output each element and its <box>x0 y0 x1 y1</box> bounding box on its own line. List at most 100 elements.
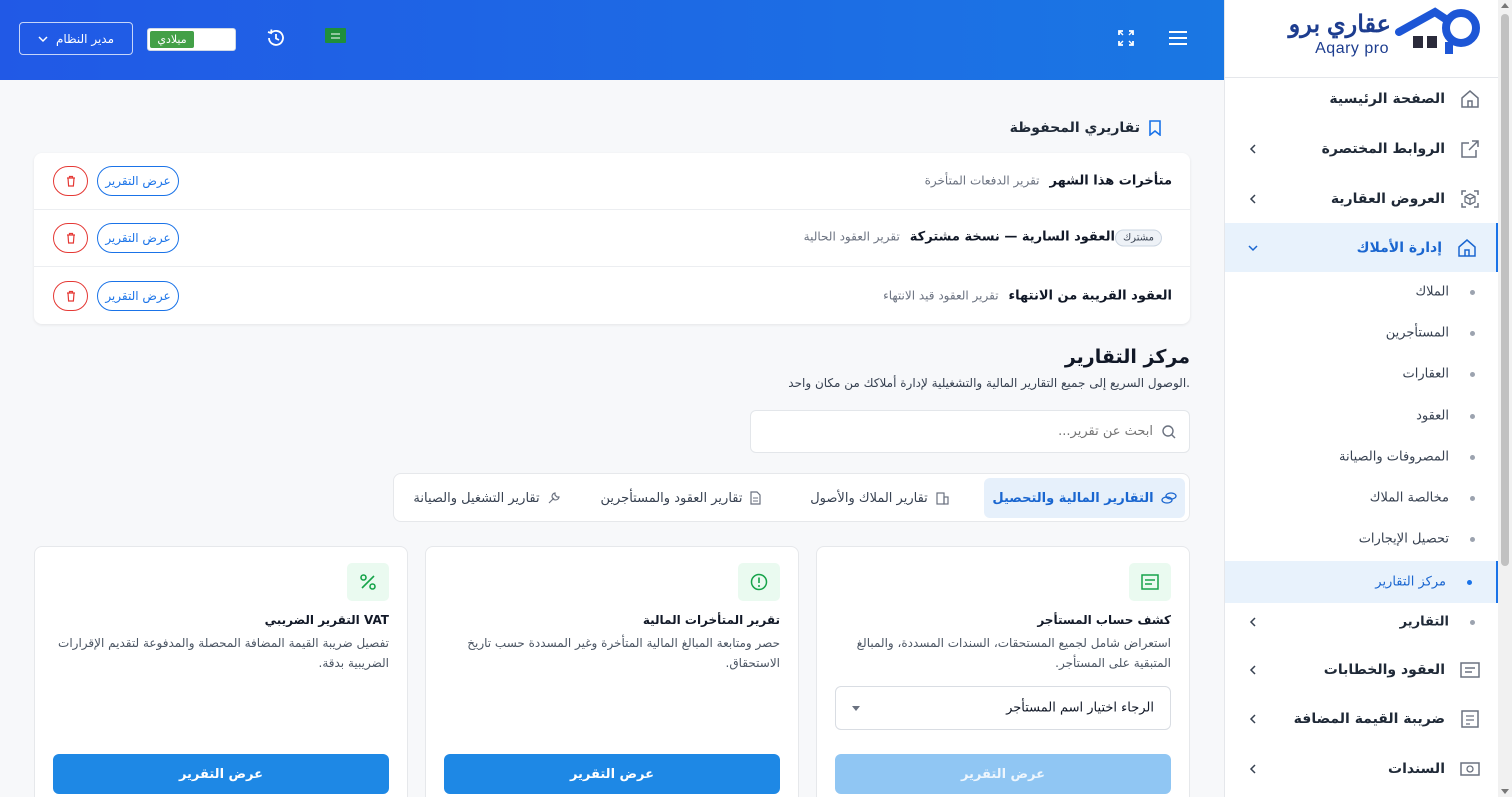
bullet-icon <box>1470 331 1475 336</box>
bullet-icon <box>1470 455 1475 460</box>
tab-operations-maintenance[interactable]: تقارير التشغيل والصيانة <box>397 478 577 518</box>
sub-properties[interactable]: العقارات <box>1225 354 1499 394</box>
calendar-toggle-label: ميلادي <box>150 31 194 48</box>
file-icon <box>750 491 762 505</box>
nav-vat[interactable]: ضريبة القيمة المضافة <box>1225 695 1499 743</box>
document-list-icon <box>1460 662 1480 678</box>
search-icon <box>1162 425 1176 439</box>
report-card-arrears: تقرير المتأخرات المالية حصر ومتابعة المب… <box>425 546 799 797</box>
saved-report-name: متأخرات هذا الشهر تقرير الدفعات المتأخرة <box>925 174 1172 189</box>
view-report-button[interactable]: عرض التقرير <box>97 223 179 253</box>
chevron-left-icon <box>1249 764 1256 774</box>
menu-icon[interactable] <box>1164 24 1192 52</box>
search-input[interactable] <box>773 411 1153 452</box>
bullet-icon <box>1467 580 1472 585</box>
home-icon <box>1461 90 1479 108</box>
nav-vat-label: ضريبة القيمة المضافة <box>1293 711 1445 727</box>
sub-expenses[interactable]: المصروفات والصيانة <box>1225 437 1499 477</box>
sub-tenants[interactable]: المستأجرين <box>1225 313 1499 353</box>
saved-report-title: العقود القريبة من الانتهاء <box>1008 288 1172 303</box>
nav-property-offers[interactable]: العروض العقارية <box>1225 175 1499 223</box>
tenant-select-value: الرجاء اختيار اسم المستأجر <box>1006 700 1154 716</box>
sub-reports-label: التقارير <box>1399 614 1449 630</box>
tab-financial[interactable]: التقارير المالية والتحصيل <box>984 478 1185 518</box>
nav-vouchers[interactable]: السندات <box>1225 745 1499 793</box>
percent-icon <box>347 563 389 601</box>
chevron-down-icon <box>38 35 48 42</box>
sub-reports-center[interactable]: مركز التقارير <box>1225 561 1499 603</box>
sidebar: عقاري برو Aqary pro الصفحة الرئيسية الرو… <box>1224 0 1499 797</box>
history-icon[interactable] <box>262 24 290 52</box>
delete-report-button[interactable] <box>53 223 88 253</box>
delete-report-button[interactable] <box>53 280 88 311</box>
calendar-toggle[interactable]: ميلادي <box>147 28 236 51</box>
saved-report-name: العقود السارية — نسخة مشتركة تقرير العقود… <box>804 229 1172 247</box>
scroll-up-icon[interactable] <box>1501 3 1509 8</box>
sub-rent-collection[interactable]: تحصيل الإيجارات <box>1225 519 1499 559</box>
search-box[interactable] <box>750 410 1190 453</box>
top-header: مدير النظام ميلادي <box>0 0 1224 80</box>
trash-icon <box>66 290 75 302</box>
coins-icon <box>1160 492 1177 504</box>
fullscreen-icon[interactable] <box>1112 24 1140 52</box>
chevron-left-icon <box>1249 144 1256 154</box>
tab-owners-assets-label: تقارير الملاك والأصول <box>810 490 928 506</box>
saved-report-title: متأخرات هذا الشهر <box>1049 173 1172 189</box>
page-title: مركز التقارير <box>1064 346 1190 368</box>
sub-reports[interactable]: التقارير <box>1225 602 1499 642</box>
logo-subtitle: Aqary pro <box>1315 40 1389 57</box>
chevron-down-icon <box>1248 244 1258 251</box>
nav-home-label: الصفحة الرئيسية <box>1329 91 1445 107</box>
saved-report-type: تقرير العقود قيد الانتهاء <box>883 288 999 302</box>
sub-properties-label: العقارات <box>1402 366 1449 382</box>
receipt-icon <box>1129 563 1171 601</box>
saved-report-row: متأخرات هذا الشهرتقرير الدفعات المتأخرة … <box>34 153 1190 210</box>
alert-circle-icon <box>738 563 780 601</box>
logo[interactable]: عقاري برو Aqary pro <box>1225 0 1499 78</box>
saved-report-row: العقود القريبة من الانتهاء تقرير العقود ق… <box>34 267 1190 324</box>
caret-down-icon <box>852 706 860 711</box>
sub-owner-settlement[interactable]: مخالصة الملاك <box>1225 478 1499 518</box>
saved-reports-title: تقاريري المحفوظة <box>1009 120 1140 136</box>
logo-text: عقاري برو <box>1288 11 1391 38</box>
page-scrollbar[interactable] <box>1498 0 1512 797</box>
nav-shortcuts-label: الروابط المختصرة <box>1321 141 1445 157</box>
report-card-title: التقرير الضريبي VAT <box>264 613 389 627</box>
scrollbar-thumb[interactable] <box>1501 14 1509 566</box>
tab-contracts-tenants[interactable]: تقارير العقود والمستأجرين <box>589 478 773 518</box>
sub-owners[interactable]: الملاك <box>1225 272 1499 312</box>
sub-expenses-label: المصروفات والصيانة <box>1339 449 1449 465</box>
bookmark-icon <box>1149 120 1161 136</box>
report-category-tabs: التقارير المالية والتحصيل تقارير الملاك … <box>393 473 1190 522</box>
nav-contracts-letters[interactable]: العقود والخطابات <box>1225 646 1499 694</box>
nav-vouchers-label: السندات <box>1388 761 1445 777</box>
scroll-down-icon[interactable] <box>1501 789 1509 794</box>
report-card-tenant-statement: كشف حساب المستأجر استعراض شامل لجميع الم… <box>816 546 1190 797</box>
bullet-icon <box>1470 372 1475 377</box>
view-report-button[interactable]: عرض التقرير <box>53 754 389 794</box>
view-report-button[interactable]: عرض التقرير <box>97 166 179 196</box>
chevron-left-icon <box>1249 194 1256 204</box>
nav-shortcuts[interactable]: الروابط المختصرة <box>1225 125 1499 173</box>
nav-property-management[interactable]: إدارة الأملاك <box>1225 223 1499 272</box>
nav-property-offers-label: العروض العقارية <box>1330 191 1445 207</box>
view-report-button[interactable]: عرض التقرير <box>835 754 1171 794</box>
nav-home[interactable]: الصفحة الرئيسية <box>1225 75 1499 123</box>
role-dropdown[interactable]: مدير النظام <box>19 22 133 55</box>
chevron-left-icon <box>1249 617 1256 627</box>
sub-tenants-label: المستأجرين <box>1385 325 1449 341</box>
view-report-button[interactable]: عرض التقرير <box>97 280 179 311</box>
delete-report-button[interactable] <box>53 166 88 196</box>
sub-contracts[interactable]: العقود <box>1225 396 1499 436</box>
view-report-button[interactable]: عرض التقرير <box>444 754 780 794</box>
saved-report-title: العقود السارية — نسخة مشتركة <box>909 229 1115 245</box>
tab-owners-assets[interactable]: تقارير الملاك والأصول <box>792 478 967 518</box>
page-description: الوصول السريع إلى جميع التقارير المالية … <box>788 376 1190 390</box>
saudi-flag-icon[interactable] <box>325 28 346 43</box>
report-card-vat: التقرير الضريبي VAT تفصيل ضريبة القيمة ا… <box>34 546 408 797</box>
trash-icon <box>66 175 75 187</box>
report-card-description: حصر ومتابعة المبالغ المالية المتأخرة وغي… <box>467 636 780 670</box>
tenant-select[interactable]: الرجاء اختيار اسم المستأجر <box>835 686 1171 730</box>
chevron-left-icon <box>1249 714 1256 724</box>
saved-reports-heading: تقاريري المحفوظة <box>1010 120 1162 136</box>
